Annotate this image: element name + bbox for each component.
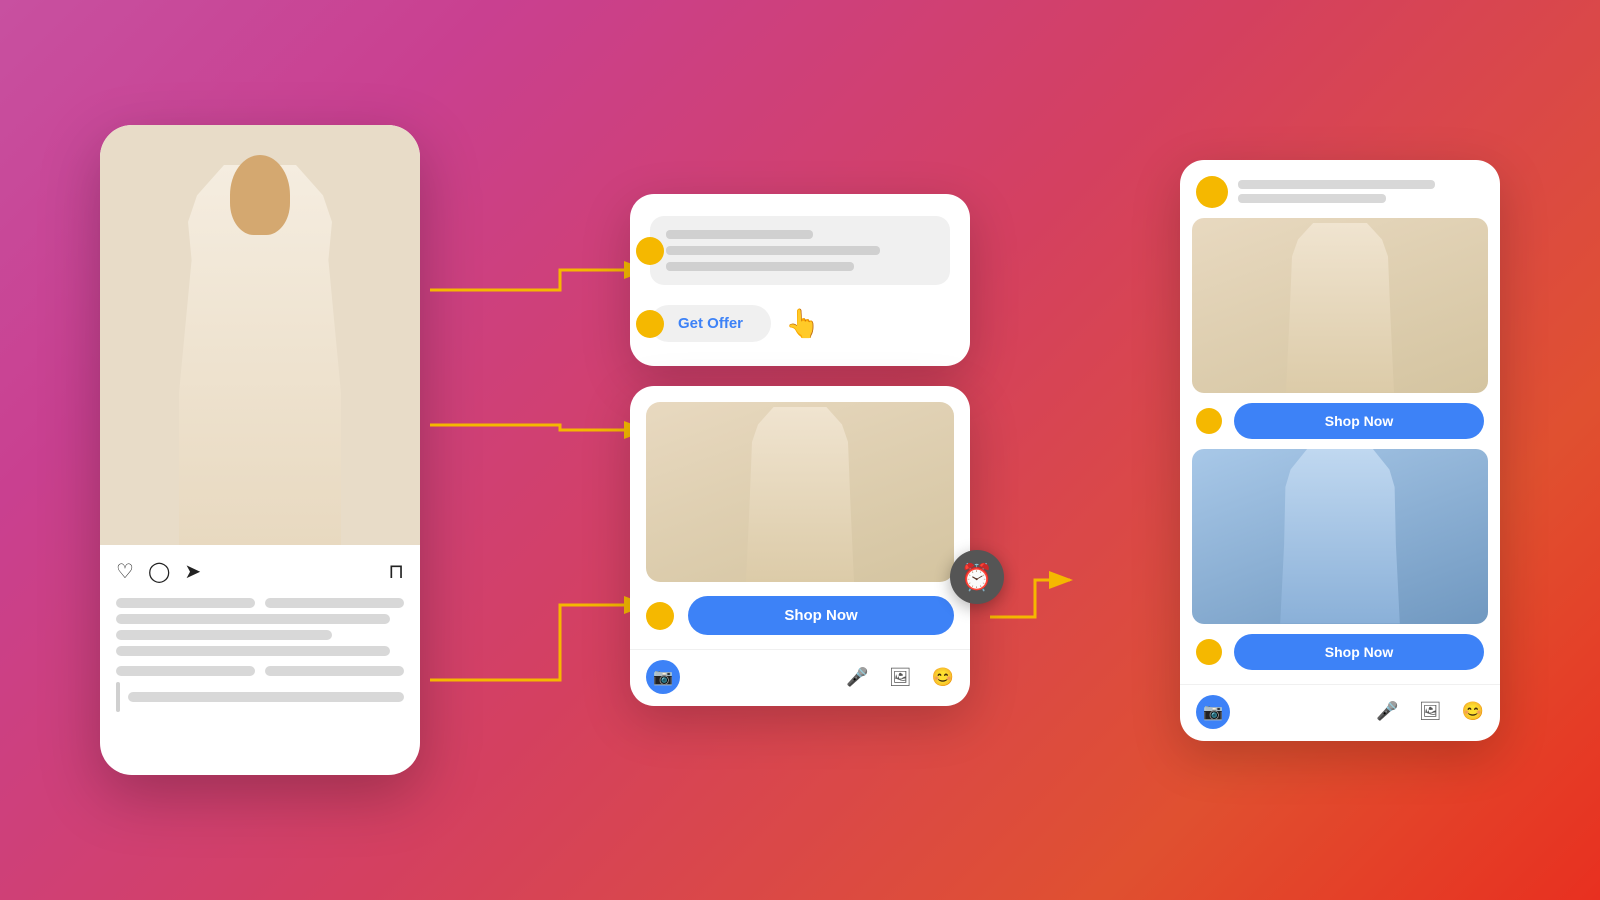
right-header xyxy=(1180,160,1500,218)
bubble-text-line xyxy=(666,246,880,255)
photo-icon-middle[interactable]: 🖼 xyxy=(889,667,912,688)
right-header-lines xyxy=(1238,180,1484,203)
chat-footer-middle: 📷 🎤 🖼 😊 xyxy=(630,649,970,706)
product-image-middle xyxy=(646,402,954,582)
phone-actions: ♡ ◯ ➤ ⊓ xyxy=(116,559,404,584)
chat-bubble xyxy=(650,216,950,285)
right-shop-row-1: Shop Now xyxy=(1180,393,1500,449)
right-product-image-1 xyxy=(1192,218,1488,393)
clock-badge: ⏰ xyxy=(950,550,1004,604)
hand-icon: 👆 xyxy=(785,307,820,340)
phone-text-pair-1 xyxy=(116,598,404,608)
phone-text-line xyxy=(265,666,404,676)
share-icon[interactable]: ➤ xyxy=(184,559,201,584)
right-product-image-2 xyxy=(1192,449,1488,624)
photo-icon-right[interactable]: 🖼 xyxy=(1419,701,1442,722)
right-dot-1 xyxy=(1196,408,1222,434)
sticker-icon-right[interactable]: 😊 xyxy=(1462,701,1484,722)
header-line xyxy=(1238,194,1386,203)
right-chat-card: Shop Now Shop Now 📷 🎤 🖼 😊 xyxy=(1180,160,1500,741)
sticker-icon-middle[interactable]: 😊 xyxy=(932,667,954,688)
phone-product-image xyxy=(100,125,420,545)
camera-button-middle[interactable]: 📷 xyxy=(646,660,680,694)
phone-text-lines xyxy=(116,614,404,656)
phone-bar-accent xyxy=(116,682,120,712)
footer-icons-right: 🎤 🖼 😊 xyxy=(1376,701,1484,722)
phone-text-line xyxy=(128,692,404,702)
right-avatar xyxy=(1196,176,1228,208)
product-chat-card: Shop Now 📷 🎤 🖼 😊 xyxy=(630,386,970,706)
shop-now-button-right-2[interactable]: Shop Now xyxy=(1234,634,1484,670)
phone-card: ♡ ◯ ➤ ⊓ xyxy=(100,125,420,775)
right-footer: 📷 🎤 🖼 😊 xyxy=(1180,684,1500,741)
shop-now-button-middle[interactable]: Shop Now xyxy=(688,596,954,635)
header-line xyxy=(1238,180,1435,189)
shop-dot xyxy=(646,602,674,630)
footer-icons-middle: 🎤 🖼 😊 xyxy=(846,667,954,688)
bubble-text-line xyxy=(666,262,854,271)
phone-actions-left: ♡ ◯ ➤ xyxy=(116,559,201,584)
like-icon[interactable]: ♡ xyxy=(116,559,134,584)
phone-text-line xyxy=(265,598,404,608)
phone-bottom-bar xyxy=(116,682,404,712)
bubble-text-line xyxy=(666,230,813,239)
comment-icon[interactable]: ◯ xyxy=(148,559,170,584)
offer-dot xyxy=(636,310,664,338)
phone-text-line xyxy=(116,614,390,624)
shop-now-button-right-1[interactable]: Shop Now xyxy=(1234,403,1484,439)
get-offer-row: Get Offer 👆 xyxy=(650,305,950,342)
right-dot-2 xyxy=(1196,639,1222,665)
phone-text-line xyxy=(116,598,255,608)
phone-text-pair-2 xyxy=(116,666,404,676)
phone-text-line xyxy=(116,646,390,656)
middle-section: Get Offer 👆 Shop Now 📷 🎤 🖼 😊 xyxy=(630,194,970,706)
right-shop-row-2: Shop Now xyxy=(1180,624,1500,684)
offer-chat-card: Get Offer 👆 xyxy=(630,194,970,366)
main-scene: ♡ ◯ ➤ ⊓ xyxy=(100,60,1500,840)
mic-icon-right[interactable]: 🎤 xyxy=(1376,701,1398,722)
get-offer-button[interactable]: Get Offer xyxy=(650,305,771,342)
phone-text-line xyxy=(116,630,332,640)
bookmark-icon[interactable]: ⊓ xyxy=(388,559,404,584)
camera-button-right[interactable]: 📷 xyxy=(1196,695,1230,729)
phone-text-line xyxy=(116,666,255,676)
shop-now-row: Shop Now xyxy=(630,582,970,649)
bubble-dot xyxy=(636,237,664,265)
mic-icon-middle[interactable]: 🎤 xyxy=(846,667,868,688)
phone-body: ♡ ◯ ➤ ⊓ xyxy=(100,545,420,775)
